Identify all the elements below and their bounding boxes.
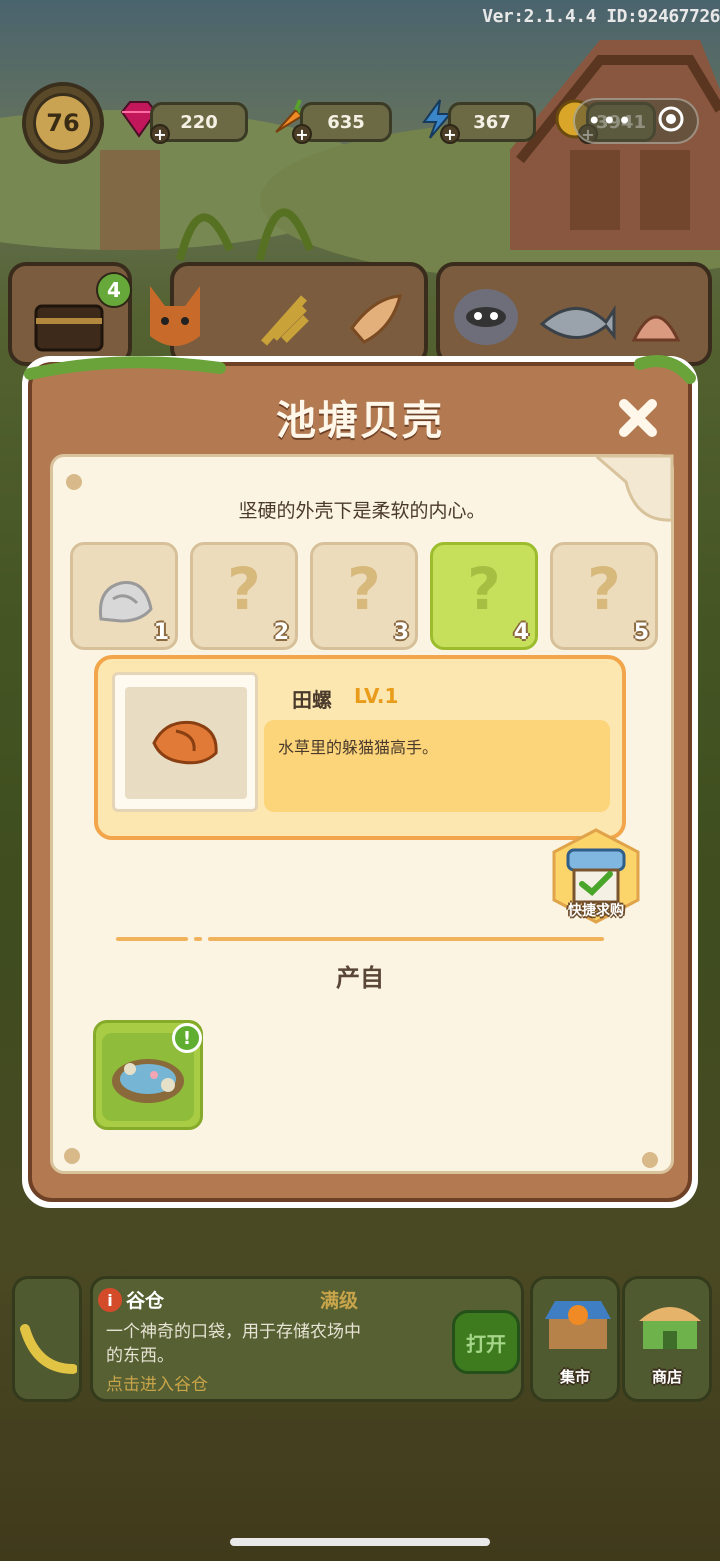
collection-slot-2[interactable]: ? 2 — [190, 542, 298, 650]
item-name: 田螺 — [292, 688, 332, 712]
item-description: 水草里的躲猫猫高手。 — [278, 738, 439, 757]
panel-rivet — [64, 1148, 80, 1164]
panel-rivet — [66, 474, 82, 490]
market-button[interactable]: 集市 — [530, 1276, 620, 1402]
raccoon-icon — [454, 289, 518, 345]
home-indicator[interactable] — [230, 1538, 490, 1546]
item-family-description: 坚硬的外壳下是柔软的内心。 — [238, 500, 486, 522]
market-label: 集市 — [559, 1368, 590, 1386]
collection-slot-1[interactable]: 1 — [70, 542, 178, 650]
panel-rivet — [642, 1152, 658, 1168]
slot-number: 3 — [393, 620, 409, 645]
slot-number: 1 — [153, 620, 169, 645]
more-dots-icon[interactable]: ••• — [587, 107, 632, 135]
side-menu-button[interactable] — [12, 1276, 82, 1402]
divider — [116, 937, 188, 941]
shop-button[interactable]: 商店 — [622, 1276, 712, 1402]
inventory-badge: 4 — [96, 272, 132, 308]
item-image-frame — [112, 672, 258, 812]
source-alert-badge: ! — [172, 1023, 202, 1053]
divider — [194, 937, 202, 941]
slot-number: 2 — [273, 620, 289, 645]
fish-icon — [539, 305, 616, 341]
item-level: LV.1 — [354, 684, 399, 708]
slot-number: 5 — [633, 620, 649, 645]
version-text: Ver:2.1.4.4 ID:92467726 — [482, 6, 720, 27]
player-level: 76 — [33, 93, 93, 153]
open-button[interactable]: 打开 — [452, 1310, 520, 1374]
modal-title: 池塘贝壳 — [276, 398, 444, 444]
collection-slot-3[interactable]: ? 3 — [310, 542, 418, 650]
building-description: 一个神奇的口袋，用于存储农场中的东西。 — [106, 1322, 361, 1366]
market-icon — [545, 1301, 611, 1349]
energy-counter: 367 — [448, 102, 536, 142]
quick-buy-label: 快捷求购 — [568, 903, 624, 919]
unknown-icon: ? — [347, 555, 381, 623]
carrots-counter: 635 — [300, 102, 392, 142]
unknown-icon: ? — [587, 555, 621, 623]
add-gems-button[interactable]: + — [150, 124, 170, 144]
enter-barn-link[interactable]: 点击进入谷仓 — [106, 1370, 208, 1395]
shop-icon — [639, 1307, 701, 1349]
conch-icon — [350, 294, 402, 344]
close-icon — [619, 399, 657, 437]
miniprogram-capsule[interactable]: ••• — [573, 98, 699, 144]
unknown-icon: ? — [227, 555, 261, 623]
shop-label: 商店 — [651, 1368, 682, 1386]
close-target-icon[interactable] — [657, 105, 685, 137]
slot-number: 4 — [513, 620, 529, 645]
add-energy-button[interactable]: + — [440, 124, 460, 144]
close-button[interactable] — [612, 392, 664, 444]
banana-icon — [20, 1324, 77, 1374]
unknown-icon: ? — [467, 555, 501, 623]
snail-shell-icon — [152, 720, 218, 765]
collection-slot-5[interactable]: ? 5 — [550, 542, 658, 650]
building-name: 谷仓 — [126, 1290, 165, 1312]
add-carrots-button[interactable]: + — [292, 124, 312, 144]
divider — [208, 937, 604, 941]
building-status: 满级 — [320, 1290, 359, 1312]
collection-slot-4[interactable]: ? 4 — [430, 542, 538, 650]
shell-icon — [98, 581, 153, 623]
source-heading: 产自 — [336, 964, 384, 992]
player-level-badge[interactable]: 76 — [22, 82, 104, 164]
wheat-icon — [261, 295, 309, 346]
info-icon: i — [98, 1288, 122, 1312]
shell-icon — [631, 315, 681, 342]
